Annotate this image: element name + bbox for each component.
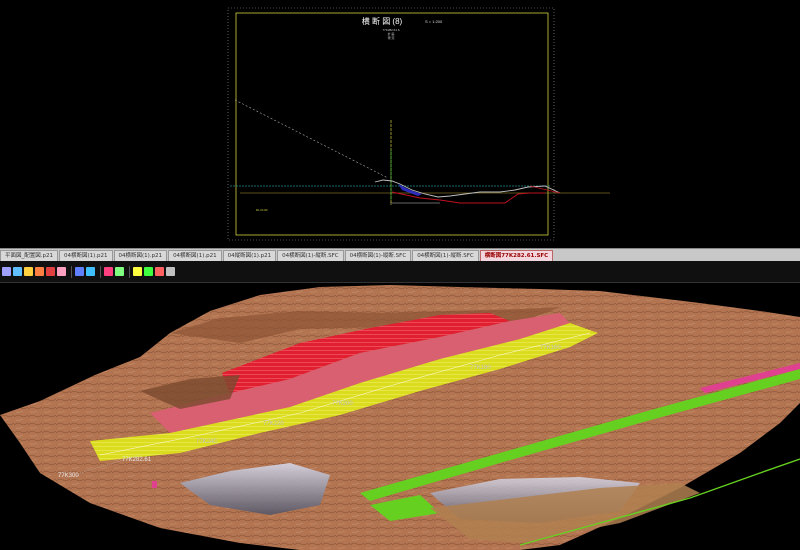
subtitle-line-3: 現 況 — [388, 35, 395, 40]
tab-1[interactable]: 04横断図(1).p21 — [59, 250, 113, 261]
marker-pink — [152, 481, 157, 488]
render-icon[interactable] — [115, 267, 124, 276]
document-tab-bar: 平面図_配置図.p21 04横断図(1).p21 04横断図(1).p21 04… — [0, 248, 800, 262]
cross-section-viewport[interactable]: 横 断 図 (8) S = 1:200 77K282.61.6 計 画 現 況 … — [0, 0, 800, 248]
tab-8-active[interactable]: 横断図77K282.61.SFC — [479, 250, 554, 261]
station-label-6: 77K180 — [470, 365, 491, 371]
color-icon[interactable] — [155, 267, 164, 276]
pan-icon[interactable] — [13, 267, 22, 276]
grid-icon[interactable] — [75, 267, 84, 276]
section-icon[interactable] — [57, 267, 66, 276]
terrain-icon[interactable] — [104, 267, 113, 276]
toolbar — [0, 261, 800, 283]
toolbar-separator — [129, 265, 130, 278]
station-label-2: 77K282.61 — [122, 457, 152, 463]
layer-icon[interactable] — [46, 267, 55, 276]
toolbar-separator — [71, 265, 72, 278]
station-label-5: 77K200 — [332, 401, 353, 407]
ruler-icon[interactable] — [144, 267, 153, 276]
zoom-icon[interactable] — [24, 267, 33, 276]
rotate-icon[interactable] — [35, 267, 44, 276]
tab-0[interactable]: 平面図_配置図.p21 — [0, 250, 58, 261]
station-label-7: 77K160 — [540, 345, 561, 351]
tab-3[interactable]: 04横断図(1).p21 — [168, 250, 222, 261]
drawing-title: 横 断 図 (8) — [362, 16, 403, 26]
tab-4[interactable]: 04縦断図(1).p21 — [222, 250, 277, 261]
tab-2[interactable]: 04横断図(1).p21 — [113, 250, 168, 261]
tab-7[interactable]: 04横断図(1)-縦断.SFC — [412, 250, 479, 261]
3d-terrain-viewport[interactable]: 77K300 77K282.61 77K240 77K220 77K200 77… — [0, 283, 800, 550]
pointer-icon[interactable] — [2, 267, 11, 276]
tab-6[interactable]: 04横断図(1)-縦断.SFC — [344, 250, 412, 261]
drawing-scale: S = 1:200 — [425, 19, 443, 24]
toolbar-separator — [100, 265, 101, 278]
planned-slope — [529, 185, 561, 194]
tab-5[interactable]: 04横断図(1)-縦断.SFC — [277, 250, 344, 261]
station-label-3: 77K240 — [196, 439, 217, 445]
left-note: DL=0.00 — [256, 208, 268, 212]
measure-icon[interactable] — [133, 267, 142, 276]
station-label-1: 77K300 — [58, 473, 79, 479]
extension-line — [234, 99, 389, 179]
view-icon[interactable] — [86, 267, 95, 276]
drawing-frame — [235, 12, 549, 236]
station-label-4: 77K220 — [263, 421, 284, 427]
settings-icon[interactable] — [166, 267, 175, 276]
